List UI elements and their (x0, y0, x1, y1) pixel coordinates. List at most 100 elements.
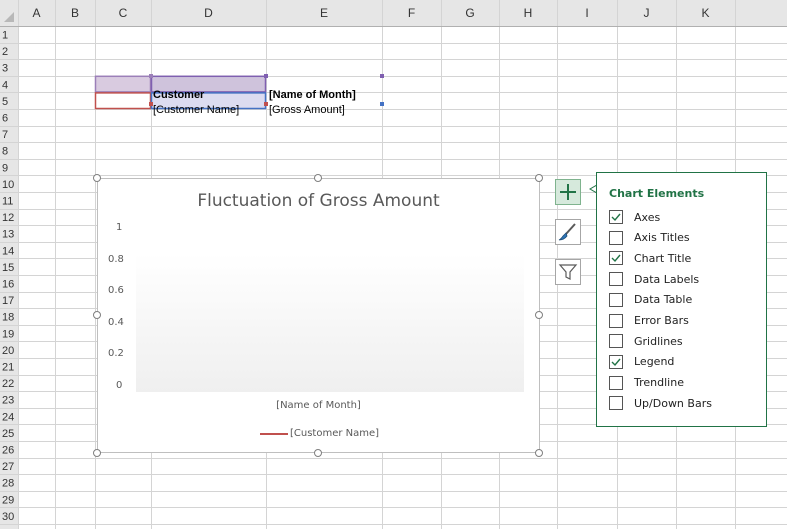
row-header-18[interactable]: 18 (2, 312, 14, 324)
option-chart-title[interactable]: Chart Title (609, 250, 691, 266)
row-header-8[interactable]: 8 (2, 146, 8, 158)
column-header-i[interactable]: I (585, 6, 588, 20)
x-axis-category-label[interactable]: [Name of Month] (98, 400, 539, 411)
row-header-10[interactable]: 10 (2, 179, 14, 191)
checkbox-unchecked[interactable] (609, 334, 623, 349)
column-header-c[interactable]: C (119, 6, 128, 20)
panel-title: Chart Elements (609, 187, 705, 200)
legend[interactable]: [Customer Name] (260, 428, 379, 439)
row-header-27[interactable]: 27 (2, 461, 14, 473)
checkbox-checked[interactable] (609, 354, 623, 369)
row-header-6[interactable]: 6 (2, 113, 8, 125)
cell-d5[interactable]: [Gross Amount] (269, 104, 345, 117)
row-header-1[interactable]: 1 (2, 30, 8, 42)
option-error-bars[interactable]: Error Bars (609, 313, 689, 329)
option-label: Up/Down Bars (634, 396, 712, 410)
cell-c5[interactable]: [Customer Name] (153, 104, 239, 117)
row-header-22[interactable]: 22 (2, 378, 14, 390)
row-header-15[interactable]: 15 (2, 262, 14, 274)
option-label: Chart Title (634, 251, 692, 265)
brush-icon (558, 223, 576, 241)
row-header-14[interactable]: 14 (2, 245, 14, 257)
row-header-12[interactable]: 12 (2, 212, 14, 224)
option-trendline[interactable]: Trendline (609, 375, 684, 391)
checkbox-unchecked[interactable] (609, 375, 623, 390)
column-header-g[interactable]: G (465, 6, 474, 20)
row-header-2[interactable]: 2 (2, 46, 8, 58)
row-header-20[interactable]: 20 (2, 345, 14, 357)
checkbox-checked[interactable] (609, 210, 623, 224)
column-header-e[interactable]: E (320, 6, 328, 20)
column-header-j[interactable]: J (644, 6, 650, 20)
cell-c5-fill (95, 92, 151, 109)
cell-d4[interactable]: [Name of Month] (269, 89, 356, 102)
row-header-26[interactable]: 26 (2, 445, 14, 457)
column-header-a[interactable]: A (32, 6, 40, 20)
option-data-labels[interactable]: Data Labels (609, 271, 699, 287)
y-tick-label: 0.4 (108, 316, 124, 328)
checkbox-unchecked[interactable] (609, 396, 623, 411)
range-corner-marker (149, 74, 153, 78)
resize-handle-middle-left[interactable] (93, 311, 101, 319)
chart-elements-panel[interactable]: Chart Elements Axes Axis Titles Chart Titl… (596, 172, 767, 427)
option-gridlines[interactable]: Gridlines (609, 333, 683, 349)
row-header-25[interactable]: 25 (2, 428, 14, 440)
row-header-19[interactable]: 19 (2, 328, 14, 340)
row-header-17[interactable]: 17 (2, 295, 14, 307)
resize-handle-middle-right[interactable] (535, 311, 543, 319)
y-tick-label: 0.2 (108, 348, 124, 360)
row-header-3[interactable]: 3 (2, 63, 8, 75)
checkbox-unchecked[interactable] (609, 313, 623, 328)
row-header-29[interactable]: 29 (2, 494, 14, 506)
column-header-f[interactable]: F (408, 6, 415, 20)
row-header-16[interactable]: 16 (2, 279, 14, 291)
option-axis-titles[interactable]: Axis Titles (609, 230, 690, 246)
resize-handle-top-left[interactable] (93, 174, 101, 182)
row-header-28[interactable]: 28 (2, 478, 14, 490)
resize-handle-top-right[interactable] (535, 174, 543, 182)
line-chart[interactable]: Fluctuation of Gross Amount 1 0.8 0.6 0.4 0.… (97, 178, 540, 453)
y-tick-label: 0.8 (108, 253, 124, 265)
row-header-13[interactable]: 13 (2, 229, 14, 241)
chart-filters-button[interactable] (555, 259, 581, 285)
option-data-table[interactable]: Data Table (609, 292, 692, 308)
option-label: Legend (634, 355, 675, 369)
row-header-4[interactable]: 4 (2, 79, 8, 91)
checkbox-unchecked[interactable] (609, 292, 623, 307)
chart-title[interactable]: Fluctuation of Gross Amount (98, 191, 539, 211)
row-header-7[interactable]: 7 (2, 129, 8, 141)
option-label: Error Bars (634, 314, 689, 327)
legend-series-line (260, 432, 288, 435)
resize-handle-bottom-left[interactable] (93, 449, 101, 457)
chart-elements-button[interactable] (555, 179, 581, 205)
row-header-21[interactable]: 21 (2, 362, 14, 374)
option-label: Axes (634, 210, 661, 224)
resize-handle-bottom-right[interactable] (535, 449, 543, 457)
plot-area[interactable] (136, 254, 524, 392)
option-label: Axis Titles (634, 231, 690, 245)
row-header-30[interactable]: 30 (2, 511, 14, 523)
checkbox-checked[interactable] (609, 251, 623, 266)
column-header-h[interactable]: H (524, 6, 533, 20)
resize-handle-top-center[interactable] (314, 174, 322, 182)
checkbox-unchecked[interactable] (609, 230, 623, 245)
chart-styles-button[interactable] (555, 219, 581, 245)
column-header-b[interactable]: B (71, 6, 79, 20)
row-header-11[interactable]: 11 (2, 196, 13, 208)
option-axes[interactable]: Axes (609, 209, 660, 225)
row-header-5[interactable]: 5 (2, 96, 8, 108)
cell-c4-fill (95, 75, 151, 93)
checkbox-unchecked[interactable] (609, 272, 623, 287)
row-header-23[interactable]: 23 (2, 395, 14, 407)
resize-handle-bottom-center[interactable] (314, 449, 322, 457)
range-corner-marker (380, 102, 384, 106)
column-header-k[interactable]: K (701, 6, 709, 20)
option-legend[interactable]: Legend (609, 354, 674, 370)
checkmark-icon (611, 254, 621, 263)
row-header-9[interactable]: 9 (2, 162, 8, 174)
y-tick-label: 1 (116, 222, 123, 233)
cell-c4[interactable]: Customer (153, 89, 204, 102)
row-header-24[interactable]: 24 (2, 411, 14, 423)
column-header-d[interactable]: D (204, 6, 213, 20)
option-up-down-bars[interactable]: Up/Down Bars (609, 395, 712, 411)
